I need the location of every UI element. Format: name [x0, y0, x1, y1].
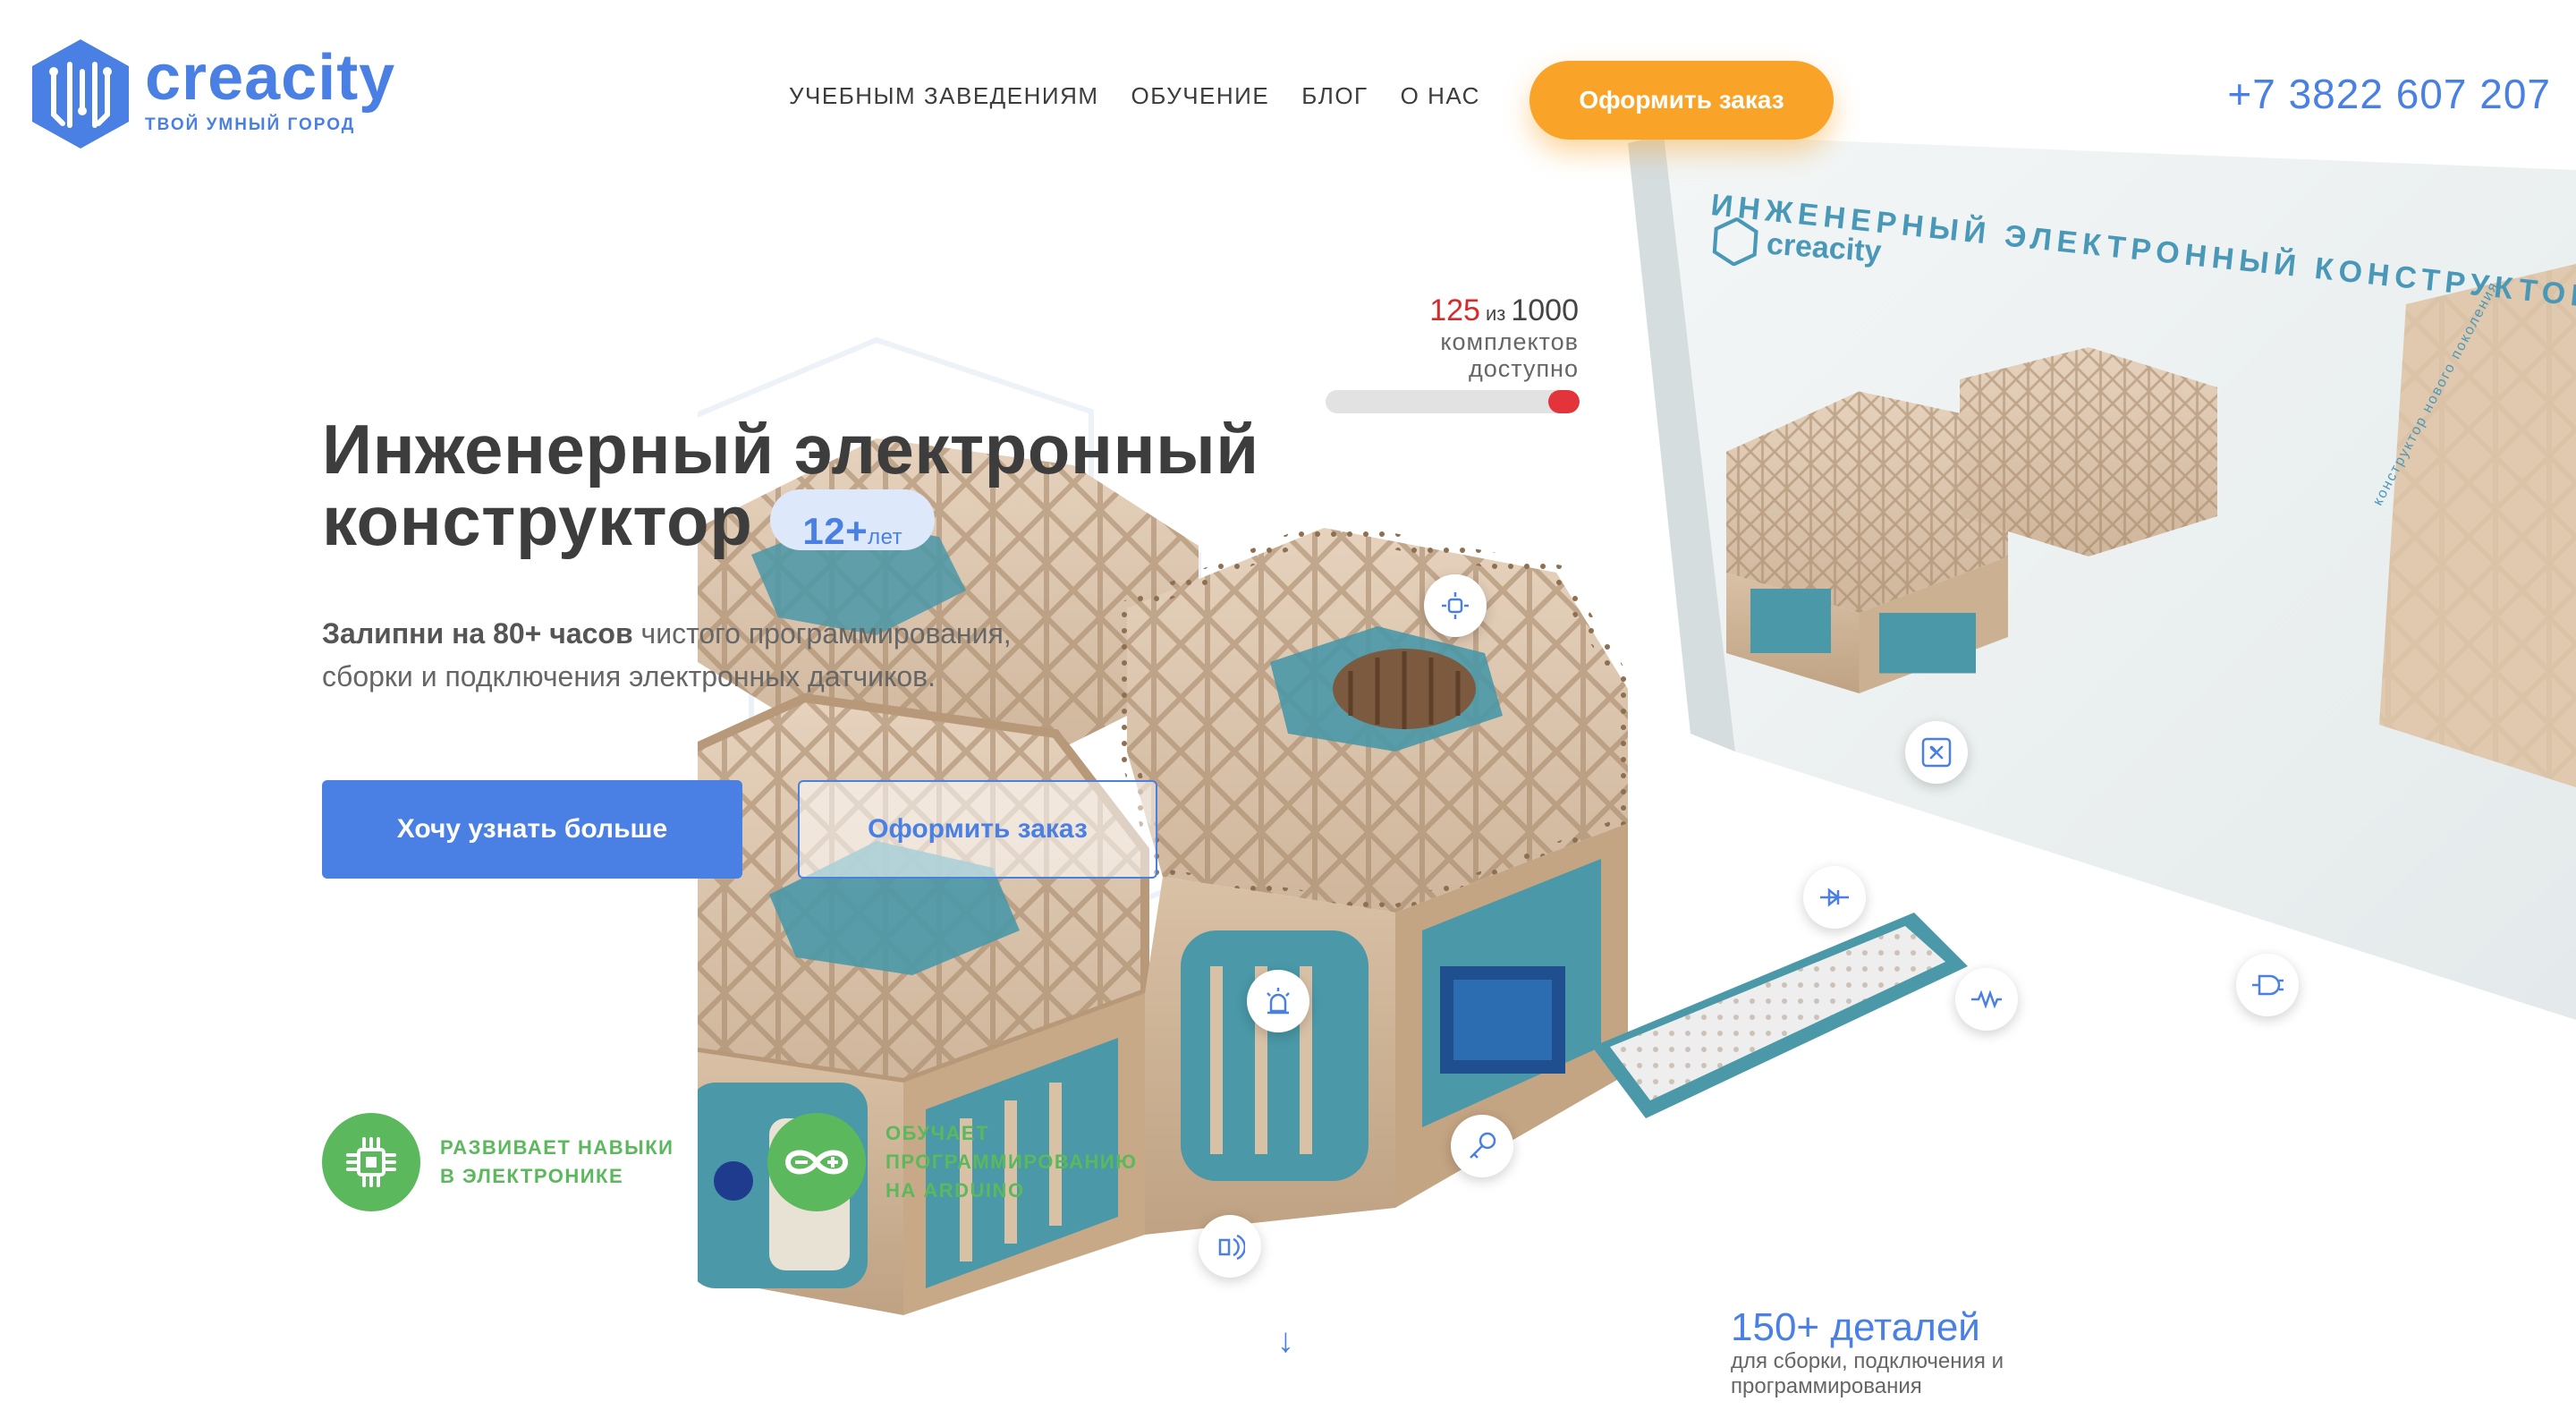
led-icon	[1442, 592, 1469, 619]
logo-name: creacity	[145, 42, 396, 114]
stock-of: из	[1485, 302, 1506, 325]
feature-arduino: Обучает программированию на Arduino	[767, 1113, 1137, 1211]
main-nav: Учебным заведениям Обучение Блог О нас	[789, 82, 1480, 110]
fan-hotspot[interactable]	[1905, 721, 1968, 784]
stock-total: 1000	[1511, 293, 1579, 327]
hero-title: Инженерный электронный конструктор 12+лет	[322, 413, 1259, 556]
nav-item-about[interactable]: О нас	[1401, 82, 1480, 110]
speaker-icon	[1218, 1234, 1245, 1261]
age-number: 12+	[802, 510, 869, 553]
plug-icon	[2252, 974, 2284, 996]
feature-electronics-line2: в электронике	[440, 1165, 624, 1187]
parts-info: 150+ деталей для сборки, подключения и п…	[1731, 1306, 2071, 1399]
hero-title-line1: Инженерный электронный	[322, 410, 1259, 488]
feature-arduino-line1: Обучает	[886, 1122, 990, 1144]
age-unit: лет	[868, 525, 903, 550]
learn-more-button[interactable]: Хочу узнать больше	[322, 780, 742, 879]
order-button[interactable]: Оформить заказ	[798, 780, 1157, 879]
hero-description: Залипни на 80+ часов чистого программиро…	[322, 612, 1127, 698]
alarm-hotspot[interactable]	[1247, 970, 1309, 1032]
stock-progress-bar	[1326, 390, 1580, 413]
key-hotspot[interactable]	[1451, 1115, 1513, 1177]
hero-illustration	[604, 107, 2576, 1410]
nav-item-learning[interactable]: Обучение	[1131, 82, 1270, 110]
diode-icon	[1820, 888, 1849, 907]
plug-hotspot[interactable]	[2236, 954, 2299, 1016]
hero-desc-line2: сборки и подключения электронных датчико…	[322, 660, 936, 692]
stock-caption-2: доступно	[1469, 355, 1579, 382]
nav-item-blog[interactable]: Блог	[1301, 82, 1368, 110]
diode-hotspot[interactable]	[1803, 866, 1866, 929]
header-order-button[interactable]: Оформить заказ	[1530, 61, 1834, 140]
key-icon	[1470, 1132, 1496, 1159]
age-badge: 12+лет	[770, 489, 936, 553]
logo-icon	[32, 39, 129, 149]
feature-arduino-line3: на Arduino	[886, 1179, 1025, 1202]
stock-counter: 125 из 1000 комплектов доступно	[1292, 293, 1579, 382]
hero-desc-bold: Залипни на 80+ часов	[322, 617, 633, 650]
stock-progress-fill	[1547, 390, 1580, 413]
resistor-hotspot[interactable]	[1955, 968, 2018, 1031]
feature-electronics: Развивает навыки в электронике	[322, 1113, 674, 1211]
box-logo-icon	[1712, 217, 1758, 267]
scroll-down-icon[interactable]: ↓	[1277, 1322, 1294, 1361]
nav-item-schools[interactable]: Учебным заведениям	[789, 82, 1099, 110]
light-sensor-hotspot[interactable]	[1424, 574, 1487, 637]
resistor-icon	[1971, 990, 2002, 1008]
stock-count: 125 из 1000	[1292, 293, 1579, 328]
sound-hotspot[interactable]	[1199, 1215, 1261, 1278]
hero-title-line2: конструктор	[322, 481, 753, 560]
fan-icon	[1921, 737, 1952, 768]
stock-current: 125	[1429, 293, 1480, 327]
stock-caption-1: комплектов	[1440, 328, 1579, 355]
phone-link[interactable]: +7 3822 607 207	[2227, 70, 2551, 118]
logo-tagline: твой умный город	[145, 115, 356, 134]
chip-icon	[322, 1113, 420, 1211]
logo[interactable]: creacity твой умный город	[29, 36, 395, 152]
siren-icon	[1267, 988, 1290, 1015]
feature-electronics-line1: Развивает навыки	[440, 1136, 674, 1159]
arduino-icon	[767, 1113, 866, 1211]
parts-subtitle: для сборки, подключения и программирован…	[1731, 1349, 2004, 1398]
feature-arduino-line2: программированию	[886, 1151, 1138, 1173]
parts-title: 150+ деталей	[1731, 1305, 1980, 1349]
hero-desc-rest: чистого программирования,	[632, 617, 1012, 650]
